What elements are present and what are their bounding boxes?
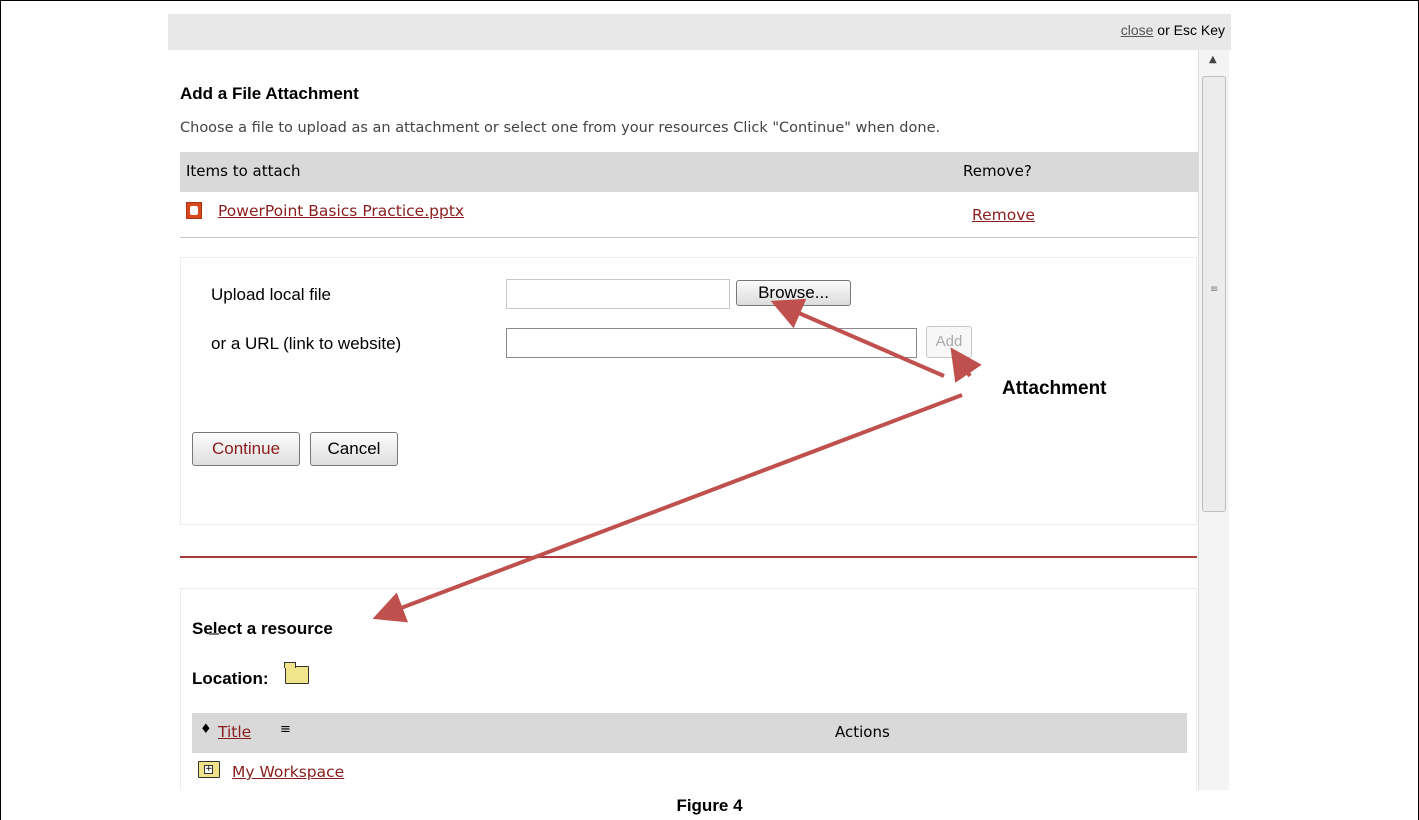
dialog-topbar: close or Esc Key (168, 14, 1231, 50)
select-resource-title: Select a resource (192, 619, 333, 638)
cancel-button[interactable]: Cancel (310, 432, 398, 466)
sort-updown-icon[interactable]: ♦ (200, 722, 212, 737)
title-sort-link[interactable]: Title (218, 723, 251, 741)
pptx-file-icon (186, 202, 202, 219)
attachment-annotation-label: Attachment (1002, 378, 1107, 399)
attachment-row: PowerPoint Basics Practice.pptx Remove (180, 192, 1198, 238)
attachment-file-link[interactable]: PowerPoint Basics Practice.pptx (218, 202, 464, 220)
dialog-title: Add a File Attachment (180, 84, 359, 103)
upload-local-file-label: Upload local file (211, 285, 332, 304)
url-label: or a URL (link to website) (211, 334, 402, 353)
esc-key-text: or Esc Key (1153, 22, 1225, 38)
scrollbar-thumb[interactable]: ≡ (1202, 76, 1226, 512)
dialog-content: Add a File Attachment Choose a file to u… (168, 50, 1198, 790)
remove-attachment-link[interactable]: Remove (972, 206, 1035, 224)
local-file-input[interactable] (506, 279, 730, 309)
browse-button[interactable]: Browse... (736, 280, 851, 306)
attachment-dialog: close or Esc Key Add a File Attachment C… (168, 14, 1231, 790)
url-input[interactable] (506, 328, 917, 358)
folder-icon[interactable] (284, 662, 309, 684)
vertical-scrollbar[interactable]: ▲ ≡ (1198, 50, 1229, 790)
attachments-table-header: Items to attach Remove? (180, 152, 1198, 192)
resources-table-header: ♦ Title ≡ Actions (192, 713, 1187, 753)
location-label: Location: (192, 669, 269, 688)
folder-expand-icon[interactable]: + (198, 761, 220, 778)
figure-caption: Figure 4 (676, 796, 743, 815)
continue-button[interactable]: Continue (192, 432, 300, 466)
close-link[interactable]: close (1121, 22, 1154, 38)
expand-plus-icon: + (204, 764, 213, 774)
dialog-description: Choose a file to upload as an attachment… (180, 120, 941, 136)
items-to-attach-header: Items to attach (186, 162, 301, 180)
scroll-up-arrow-icon[interactable]: ▲ (1209, 54, 1217, 65)
next-row-icon (209, 633, 219, 635)
actions-column-header: Actions (835, 723, 890, 741)
my-workspace-link[interactable]: My Workspace (232, 763, 344, 781)
scroll-grip-icon: ≡ (1210, 284, 1219, 295)
filter-icon[interactable]: ≡ (280, 722, 291, 737)
add-url-button[interactable]: Add (926, 326, 972, 358)
resource-row: + My Workspace (192, 753, 1187, 790)
close-hint: close or Esc Key (1121, 22, 1225, 38)
section-divider (180, 556, 1197, 558)
resource-panel: Select a resource Location: ♦ Title ≡ Ac… (180, 588, 1197, 790)
remove-column-header: Remove? (963, 162, 1032, 180)
